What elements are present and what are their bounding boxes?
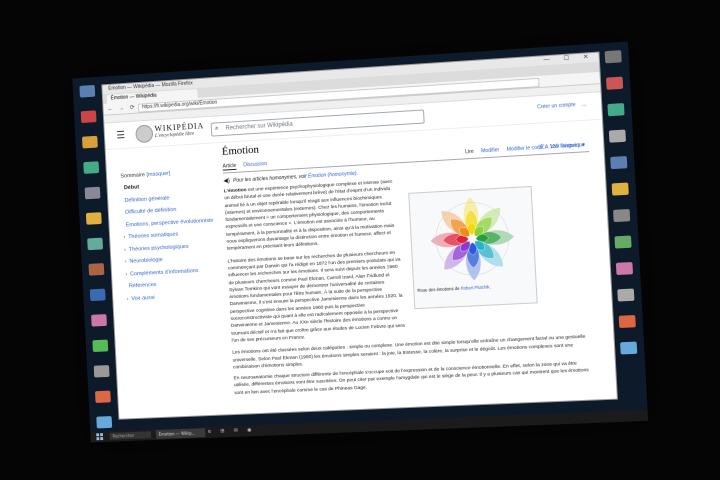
desktop-icon[interactable] (81, 110, 97, 123)
wikipedia-wordmark: WIKIPÉDIA (154, 121, 204, 133)
create-account-link[interactable]: Créer un compte (537, 102, 575, 110)
toc-item-label: Références (129, 282, 157, 289)
toc-item[interactable]: › Théories somatiques (123, 229, 220, 241)
plutchik-wheel-image[interactable] (424, 191, 520, 286)
chevron-right-icon: › (124, 247, 126, 253)
toc-item[interactable]: › Voir aussi (127, 291, 224, 302)
chevron-right-icon: › (123, 234, 125, 240)
desktop-icon[interactable] (95, 391, 111, 403)
taskbar-window-button[interactable]: Émotion — Wikip... (156, 428, 206, 439)
toc-item[interactable]: Début (121, 180, 218, 192)
desktop-icon[interactable] (610, 156, 627, 169)
article-body-wide: Les émotions ont été classées selon deux… (232, 334, 595, 398)
lead-term: L'émotion (224, 188, 247, 194)
taskbar-pinned-icons[interactable]: e ⊞ ✉ ◉ (208, 427, 256, 435)
desktop-icon[interactable] (609, 130, 626, 143)
toc-item[interactable]: › Théories psychologiques (124, 242, 221, 254)
chevron-right-icon: › (125, 259, 127, 265)
desktop-icon[interactable] (85, 187, 101, 200)
desktop-icon[interactable] (605, 50, 622, 63)
wikipedia-tagline: L'encyclopédie libre (155, 132, 194, 139)
nav-arrows-icon[interactable]: ← → ⟳ (107, 104, 136, 113)
action-edit[interactable]: Modifier (481, 147, 499, 154)
toc-item-label: Début (124, 184, 140, 191)
desktop-icon[interactable] (616, 262, 633, 275)
pinned-app-icon[interactable]: ✉ (234, 428, 242, 434)
menu-icon[interactable]: ☰ (116, 130, 125, 141)
hatnote-link[interactable]: Émotion (homonymie) (308, 171, 357, 180)
account-links: Créer un compte … (537, 101, 587, 110)
desktop-icon[interactable] (606, 77, 623, 90)
caption-link[interactable]: Robert Plutchik (461, 284, 490, 290)
disambiguation-icon: ◀) (223, 177, 230, 184)
desktop-icon[interactable] (607, 103, 624, 116)
desktop-icon[interactable] (79, 85, 95, 98)
desktop-icon[interactable] (613, 209, 630, 222)
article-content: Émotion 文A 139 langues ▾ Article Discuss… (222, 124, 602, 402)
search-placeholder: Rechercher sur Wikipédia (225, 122, 293, 132)
taskbar-search[interactable]: Rechercher (110, 431, 152, 439)
caption-punct: . (489, 284, 490, 289)
paragraph: L'histoire des émotions se base sur les … (227, 249, 405, 345)
desktop-icon[interactable] (88, 263, 104, 276)
action-history[interactable]: Voir l'historique (550, 142, 585, 150)
desktop-icon[interactable] (619, 315, 636, 328)
toc-item[interactable]: › Compléments d'informations (125, 266, 222, 277)
desktop-icon[interactable] (91, 314, 107, 326)
toc-item-label: Neurobiologie (129, 257, 163, 265)
desktop-icon[interactable] (87, 238, 103, 251)
browser-window: Émotion — Wikipédia — Mozilla Firefox — … (101, 52, 618, 420)
more-menu-icon[interactable]: … (581, 101, 586, 107)
action-edit-source[interactable]: Modifier le code (507, 145, 543, 153)
article-body: L'émotion est une expérience psychophysi… (224, 178, 406, 345)
toc-item[interactable]: Définition générale (122, 192, 219, 204)
toc-item-label: Voir aussi (131, 294, 155, 301)
desktop-icon[interactable] (92, 340, 108, 352)
pinned-app-icon[interactable]: ◉ (247, 427, 255, 433)
desktop-icon[interactable] (620, 342, 637, 355)
desktop-icon[interactable] (83, 161, 99, 174)
toc-item-label: Émotions, perspective évolutionniste (126, 217, 214, 228)
hatnote-punct: . (356, 171, 358, 177)
toc-item[interactable]: Émotions, perspective évolutionniste (123, 217, 220, 229)
paragraph-text: est une expérience psychophysiologique c… (224, 180, 394, 252)
search-icon: ⌕ (215, 123, 219, 135)
toc-item-label: Compléments d'informations (130, 268, 199, 277)
page-actions: Lire Modifier Modifier le code Voir l'hi… (459, 142, 585, 156)
toc-heading: Sommaire [masquer] (120, 168, 217, 180)
desktop-icon[interactable] (614, 235, 631, 248)
desktop-icon[interactable] (82, 136, 98, 149)
monitor-screen: Émotion — Wikipédia — Mozilla Firefox — … (72, 41, 648, 442)
toc-item-label: Définition générale (124, 195, 169, 203)
chevron-right-icon: › (127, 296, 129, 302)
desktop-icon[interactable] (617, 289, 634, 302)
toc-title: Sommaire (120, 172, 145, 179)
toc-item-label: Théories somatiques (128, 232, 178, 241)
windows-start-icon[interactable] (96, 433, 104, 440)
caption-text: Roue des émotions de (417, 286, 459, 293)
paragraph: L'émotion est une expérience psychophysi… (224, 178, 401, 253)
chevron-right-icon: › (125, 271, 127, 277)
toc-item[interactable]: › Neurobiologie (125, 254, 222, 265)
toc-item-label: Difficulté de définition (125, 207, 176, 216)
wikipedia-globe-logo[interactable] (135, 124, 153, 143)
desktop-icon[interactable] (94, 365, 110, 377)
tab-article[interactable]: Article (223, 163, 237, 171)
tab-discussion[interactable]: Discussion (243, 161, 267, 168)
toc-hide-link[interactable]: [masquer] (146, 171, 170, 178)
pinned-app-icon[interactable]: e (208, 429, 215, 435)
desktop-icon[interactable] (90, 289, 106, 302)
toc-item[interactable]: Références (126, 279, 223, 290)
action-read[interactable]: Lire (465, 149, 474, 156)
wikipedia-page: ☰ WIKIPÉDIA L'encyclopédie libre ⌕ Reche… (104, 92, 616, 411)
pinned-app-icon[interactable]: ⊞ (220, 428, 228, 434)
desktop-icon[interactable] (86, 212, 102, 225)
image-box: Roue des émotions de Robert Plutchik. (408, 186, 537, 309)
table-of-contents: Sommaire [masquer] Début Définition géné… (120, 168, 224, 308)
desktop-icon[interactable] (612, 182, 629, 195)
toc-item-label: Théories psychologiques (129, 243, 189, 252)
toc-item[interactable]: Difficulté de définition (122, 205, 219, 217)
desktop-icon[interactable] (96, 416, 112, 428)
hatnote-text: Pour les articles homonymes, voir (233, 174, 307, 184)
